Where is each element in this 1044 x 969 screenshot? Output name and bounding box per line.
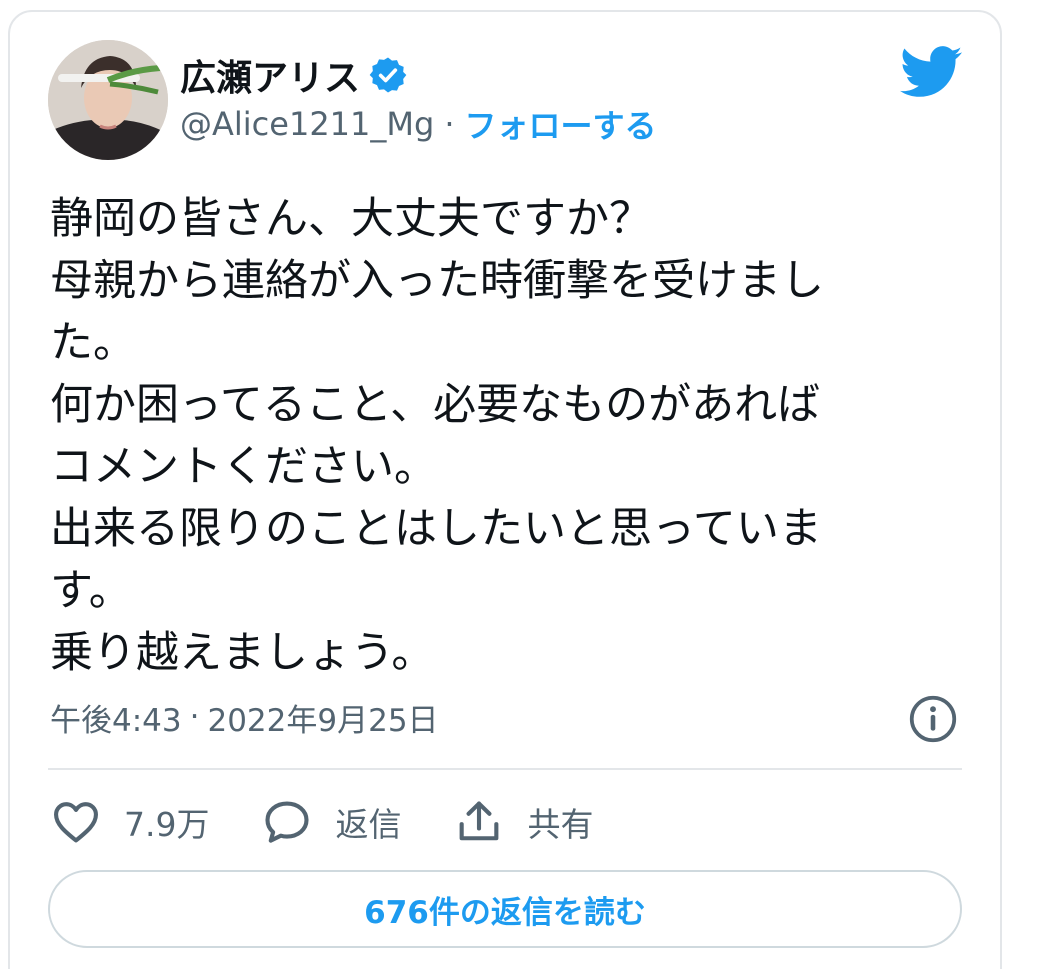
tweet-line: 母親から連絡が入った時衝撃を受けまし	[50, 256, 824, 306]
handle-separator: ·	[444, 105, 455, 143]
info-icon[interactable]	[908, 694, 958, 744]
tweet-line: 乗り越えましょう。	[50, 628, 435, 678]
tweet-line: た。	[50, 318, 136, 368]
share-label: 共有	[527, 805, 594, 844]
tweet-line: す。	[50, 566, 132, 616]
avatar[interactable]	[48, 40, 168, 160]
tweet-text: 静岡の皆さん、大丈夫ですか？ 母親から連絡が入った時衝撃を受けまし た。 何か困…	[50, 188, 960, 684]
author-handle-row: @Alice1211_Mg · フォローする	[180, 102, 657, 146]
speech-bubble-icon	[265, 801, 310, 843]
reply-button[interactable]: 返信	[261, 796, 401, 848]
tweet-line: 出来る限りのことはしたいと思っていま	[50, 504, 822, 554]
share-icon	[460, 801, 499, 841]
tweet-timestamp[interactable]: 午後4:43 · 2022年9月25日	[50, 692, 439, 742]
timestamp-separator: ·	[189, 699, 200, 735]
tweet-line: コメントください。	[50, 442, 437, 492]
tweet-date: 2022年9月25日	[207, 702, 439, 739]
tweet-time: 午後4:43	[50, 702, 182, 739]
author-handle[interactable]: @Alice1211_Mg	[180, 105, 434, 143]
reply-label: 返信	[335, 805, 402, 844]
action-bar: 7.9万 返信 共有	[50, 792, 645, 852]
like-count: 7.9万	[124, 805, 210, 844]
tweet-line: 何か困ってること、必要なものがあれば	[50, 380, 821, 430]
author-name-row: 広瀬アリス	[180, 50, 408, 100]
author-display-name[interactable]: 広瀬アリス	[180, 49, 360, 101]
heart-icon	[54, 802, 98, 843]
twitter-bird-icon[interactable]	[900, 46, 962, 98]
verified-badge-icon	[369, 57, 407, 93]
share-button[interactable]: 共有	[453, 796, 593, 848]
tweet-line: 静岡の皆さん、大丈夫ですか？	[50, 194, 652, 244]
divider	[48, 768, 962, 770]
read-replies-button[interactable]: 676件の返信を読む	[48, 870, 962, 948]
follow-button[interactable]: フォローする	[464, 101, 656, 147]
like-button[interactable]: 7.9万	[50, 796, 209, 848]
